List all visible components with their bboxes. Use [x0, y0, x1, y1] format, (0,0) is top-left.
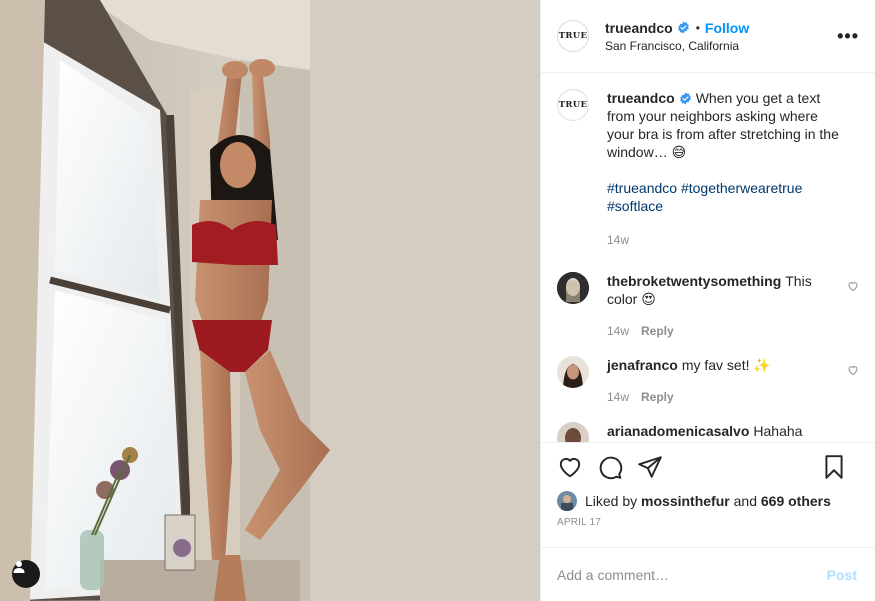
comment-time[interactable]: 14w	[607, 388, 629, 406]
hashtag-line-1[interactable]: #trueandco #togetherwearetrue	[607, 180, 802, 196]
caption-meta: 14w	[607, 231, 841, 249]
bookmark-icon[interactable]	[821, 454, 847, 480]
comment-avatar-photo	[557, 272, 589, 304]
follow-button[interactable]: Follow	[705, 20, 749, 36]
share-icon[interactable]	[637, 454, 663, 480]
comment-icon[interactable]	[597, 454, 623, 480]
instagram-post-view: TRUE trueandco • Follow San Francisco, C…	[0, 0, 875, 601]
comment-meta: 14w Reply	[607, 322, 841, 340]
comment-avatar[interactable]	[557, 356, 589, 388]
post-comment-button[interactable]: Post	[827, 567, 857, 583]
verified-icon	[677, 21, 689, 34]
heart-icon[interactable]	[557, 454, 583, 480]
header-text: trueandco • Follow San Francisco, Califo…	[605, 20, 749, 53]
comment-avatar-photo	[557, 356, 589, 388]
photo-illustration	[0, 0, 540, 601]
more-icon: •••	[837, 26, 859, 46]
likes-prefix: Liked by	[585, 493, 638, 509]
comment-body: thebroketwentysomething This color 😍 14w …	[607, 272, 859, 340]
liker-avatar-photo	[557, 491, 577, 511]
comment-avatar[interactable]	[557, 422, 589, 442]
caption-verified-icon	[679, 92, 691, 105]
caption-body: trueandco When you get a text from your …	[607, 89, 859, 249]
comment-text: Hahaha	[753, 423, 803, 439]
comment-body: jenafranco my fav set! ✨ 14w Reply	[607, 356, 859, 406]
comment-time[interactable]: 14w	[607, 322, 629, 340]
comment-like-icon[interactable]	[847, 280, 859, 292]
comment-username[interactable]: jenafranco	[607, 357, 678, 373]
caption-time[interactable]: 14w	[607, 231, 629, 249]
action-icons	[557, 443, 859, 491]
account-avatar[interactable]: TRUE	[557, 20, 589, 52]
add-comment-bar: Post	[541, 547, 875, 601]
post-photo[interactable]	[0, 0, 540, 601]
user-tag-icon	[13, 561, 25, 573]
hashtag-line-2[interactable]: #softlace	[607, 198, 663, 214]
account-username[interactable]: trueandco	[605, 20, 673, 36]
comment-username[interactable]: arianadomenicasalvo	[607, 423, 749, 439]
more-options-button[interactable]: •••	[837, 27, 859, 45]
header-top-row: trueandco • Follow	[605, 20, 749, 36]
liker-avatar[interactable]	[557, 491, 577, 511]
comment-body: arianadomenicasalvo Hahaha	[607, 422, 859, 442]
post-date[interactable]: APRIL 17	[557, 517, 859, 535]
comment-item: arianadomenicasalvo Hahaha	[557, 422, 859, 442]
comment-item: thebroketwentysomething This color 😍 14w …	[557, 272, 859, 340]
caption-avatar-logo-text: TRUE	[558, 100, 588, 110]
user-tag-button[interactable]	[12, 560, 40, 588]
caption-hashtags: #trueandco #togetherwearetrue #softlace	[607, 179, 841, 215]
header-separator: •	[695, 20, 700, 35]
comment-like-icon[interactable]	[847, 364, 859, 376]
comment-username[interactable]: thebroketwentysomething	[607, 273, 781, 289]
add-comment-input[interactable]	[557, 566, 827, 583]
comment-avatar-photo	[557, 422, 589, 442]
caption-row: TRUE trueandco When you get a text from …	[557, 89, 859, 249]
likes-joiner: and	[733, 493, 757, 509]
comment-avatar[interactable]	[557, 272, 589, 304]
comment-meta: 14w Reply	[607, 388, 841, 406]
avatar-logo-text: TRUE	[558, 31, 588, 41]
likes-summary: Liked by mossinthefur and 669 others	[557, 491, 859, 511]
caption-username[interactable]: trueandco	[607, 90, 675, 106]
comment-item: jenafranco my fav set! ✨ 14w Reply	[557, 356, 859, 406]
post-sidebar: TRUE trueandco • Follow San Francisco, C…	[540, 0, 875, 601]
likes-others[interactable]: 669 others	[761, 493, 831, 509]
caption-avatar-logo: TRUE	[557, 89, 589, 121]
comments-list[interactable]: TRUE trueandco When you get a text from …	[541, 73, 875, 442]
post-actions: Liked by mossinthefur and 669 others APR…	[541, 442, 875, 535]
post-location[interactable]: San Francisco, California	[605, 39, 749, 53]
post-header: TRUE trueandco • Follow San Francisco, C…	[541, 0, 875, 73]
liker-username[interactable]: mossinthefur	[641, 493, 730, 509]
comment-text: my fav set! ✨	[681, 357, 771, 373]
caption-avatar[interactable]: TRUE	[557, 89, 589, 121]
reply-button[interactable]: Reply	[641, 388, 674, 406]
reply-button[interactable]: Reply	[641, 322, 674, 340]
